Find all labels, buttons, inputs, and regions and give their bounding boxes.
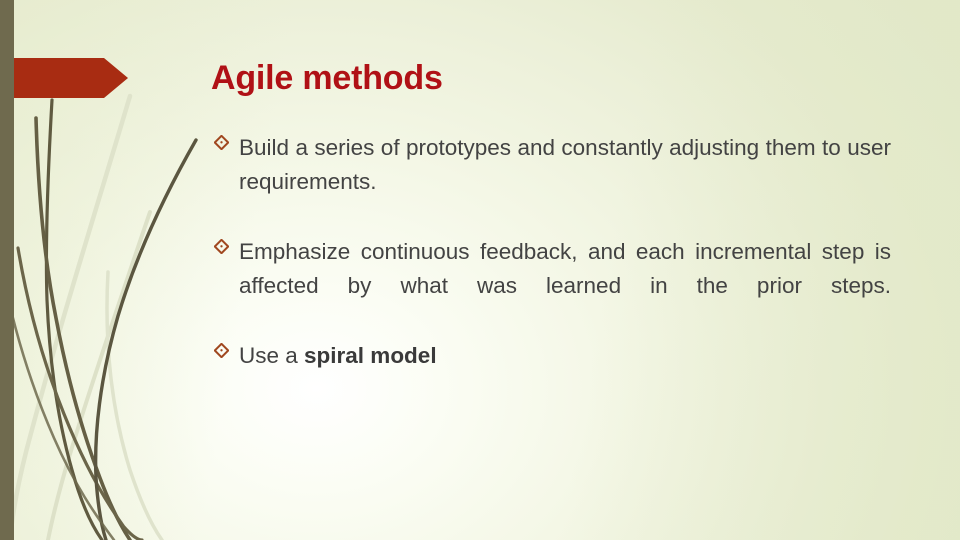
bullet-text-spiral-model: Use a spiral model <box>239 339 891 373</box>
accent-arrow-banner <box>0 58 129 98</box>
slide-title: Agile methods <box>211 59 443 97</box>
bullet-item: Use a spiral model <box>213 339 891 373</box>
bullet-text-prototypes: Build a series of prototypes and constan… <box>239 135 891 194</box>
bullet-text-feedback: Emphasize continuous feedback, and each … <box>239 239 891 298</box>
bullet-text-spiral-model-emphasis: spiral model <box>304 343 437 368</box>
left-accent-bar <box>0 0 14 540</box>
diamond-bullet-icon <box>213 235 239 259</box>
diamond-bullet-icon <box>213 339 239 363</box>
bullet-text-spiral-model-plain: Use a <box>239 343 305 368</box>
slide-canvas: Agile methods Build a series of prototyp… <box>0 0 960 540</box>
diamond-bullet-icon <box>213 131 239 155</box>
bullet-item: Emphasize continuous feedback, and each … <box>213 235 891 337</box>
bullet-item: Build a series of prototypes and constan… <box>213 131 891 233</box>
slide-body-content: Build a series of prototypes and constan… <box>213 131 891 375</box>
right-arrow-icon <box>0 58 128 98</box>
